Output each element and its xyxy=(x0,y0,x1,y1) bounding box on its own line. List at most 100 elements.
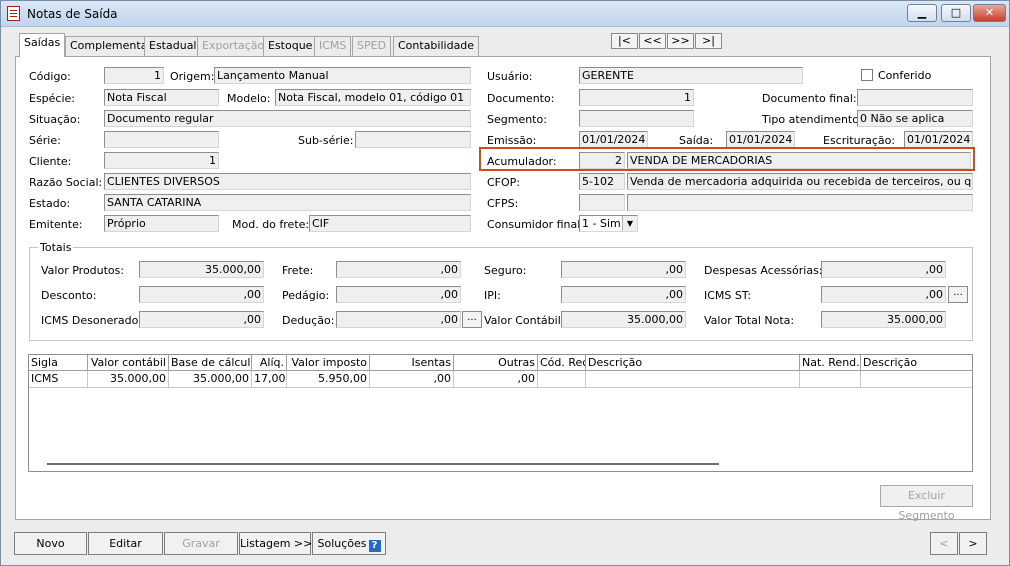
gravar-button[interactable]: Gravar xyxy=(164,532,238,555)
consumidor-final-value: 1 - Sim xyxy=(582,217,621,230)
close-button[interactable]: ✕ xyxy=(973,4,1006,22)
seguro-field[interactable]: ,00 xyxy=(561,261,686,278)
documento-field[interactable]: 1 xyxy=(579,89,694,106)
solucoes-button[interactable]: Soluções? xyxy=(312,532,386,555)
table-cell[interactable]: 17,00 xyxy=(252,371,287,388)
tab-contabilidade[interactable]: Contabilidade xyxy=(393,36,480,56)
dropdown-arrow-icon[interactable]: ▼ xyxy=(622,216,637,231)
help-icon: ? xyxy=(368,540,381,552)
cliente-label: Cliente: xyxy=(29,155,72,168)
cfop-label: CFOP: xyxy=(487,176,521,189)
column-header[interactable]: Descrição xyxy=(861,355,972,371)
column-header[interactable]: Valor contábil xyxy=(88,355,169,371)
subserie-field[interactable] xyxy=(355,131,471,148)
cfop-description-field[interactable]: Venda de mercadoria adquirida ou recebid… xyxy=(627,173,973,190)
modelo-field[interactable]: Nota Fiscal, modelo 01, código 01 xyxy=(275,89,471,106)
column-header[interactable]: Descrição xyxy=(586,355,800,371)
valor-produtos-field[interactable]: 35.000,00 xyxy=(139,261,264,278)
maximize-button[interactable]: □ xyxy=(941,4,971,22)
especie-field[interactable]: Nota Fiscal xyxy=(104,89,219,106)
escrituracao-field[interactable]: 01/01/2024 xyxy=(904,131,973,148)
icms-st-more-button[interactable]: ... xyxy=(948,286,968,303)
tipo-atendimento-label: Tipo atendimento: xyxy=(762,113,863,126)
minimize-button[interactable]: ▁ xyxy=(907,4,937,22)
ipi-field[interactable]: ,00 xyxy=(561,286,686,303)
acumulador-code-field[interactable]: 2 xyxy=(579,152,625,169)
segments-table[interactable]: Sigla Valor contábil Base de cálculo Alí… xyxy=(28,354,973,472)
modelo-label: Modelo: xyxy=(227,92,271,105)
cfps-description-field[interactable] xyxy=(627,194,973,211)
previous-button[interactable]: < xyxy=(930,532,958,555)
table-cell[interactable]: 5.950,00 xyxy=(287,371,370,388)
frete-field[interactable]: CIF xyxy=(309,215,471,232)
origem-field[interactable]: Lançamento Manual xyxy=(214,67,471,84)
cfps-label: CFPS: xyxy=(487,197,519,210)
icms-desonerado-field[interactable]: ,00 xyxy=(139,311,264,328)
excluir-segmento-button[interactable]: Excluir Segmento xyxy=(880,485,973,522)
column-header[interactable]: Valor imposto xyxy=(287,355,370,371)
table-cell[interactable] xyxy=(586,371,800,388)
totais-title: Totais xyxy=(38,241,74,254)
icms-st-field[interactable]: ,00 xyxy=(821,286,946,303)
consumidor-final-select[interactable]: 1 - Sim ▼ xyxy=(579,215,638,232)
next-button[interactable]: > xyxy=(959,532,987,555)
tab-saidas[interactable]: Saídas xyxy=(19,33,66,57)
usuario-field[interactable]: GERENTE xyxy=(579,67,803,84)
table-cell[interactable] xyxy=(538,371,586,388)
title-bar: Notas de Saída ▁ □ ✕ xyxy=(1,1,1009,27)
acumulador-description-field[interactable]: VENDA DE MERCADORIAS xyxy=(627,152,971,169)
tab-icms: ICMS xyxy=(314,36,352,56)
especie-label: Espécie: xyxy=(29,92,76,105)
column-header[interactable]: Isentas xyxy=(370,355,454,371)
first-record-button[interactable]: |< xyxy=(611,33,638,49)
usuario-label: Usuário: xyxy=(487,70,533,83)
codigo-field[interactable]: 1 xyxy=(104,67,164,84)
column-header[interactable]: Outras xyxy=(454,355,538,371)
frete-total-field[interactable]: ,00 xyxy=(336,261,461,278)
cliente-field[interactable]: 1 xyxy=(104,152,219,169)
listagem-button[interactable]: Listagem >> xyxy=(239,532,312,555)
tab-estoque[interactable]: Estoque xyxy=(263,36,318,56)
column-header[interactable]: Alíq. xyxy=(252,355,287,371)
table-cell[interactable] xyxy=(800,371,861,388)
next-record-button[interactable]: >> xyxy=(667,33,694,49)
desconto-field[interactable]: ,00 xyxy=(139,286,264,303)
pedagio-field[interactable]: ,00 xyxy=(336,286,461,303)
conferido-checkbox[interactable] xyxy=(861,69,873,81)
column-header[interactable]: Base de cálculo xyxy=(169,355,252,371)
column-header[interactable]: Nat. Rend. xyxy=(800,355,861,371)
serie-field[interactable] xyxy=(104,131,219,148)
emissao-field[interactable]: 01/01/2024 xyxy=(579,131,648,148)
situacao-field[interactable]: Documento regular xyxy=(104,110,471,127)
column-header[interactable]: Sigla xyxy=(29,355,88,371)
column-header[interactable]: Cód. Rec. xyxy=(538,355,586,371)
table-cell[interactable]: ,00 xyxy=(370,371,454,388)
novo-button[interactable]: Novo xyxy=(14,532,87,555)
estado-field[interactable]: SANTA CATARINA xyxy=(104,194,471,211)
cfop-code-field[interactable]: 5-102 xyxy=(579,173,625,190)
pedagio-label: Pedágio: xyxy=(282,289,330,302)
last-record-button[interactable]: >| xyxy=(695,33,722,49)
tipo-atendimento-field[interactable]: 0 Não se aplica xyxy=(857,110,973,127)
editar-button[interactable]: Editar xyxy=(88,532,163,555)
documento-final-field[interactable] xyxy=(857,89,973,106)
tab-estadual[interactable]: Estadual xyxy=(144,36,202,56)
cfps-code-field[interactable] xyxy=(579,194,625,211)
segmento-field[interactable] xyxy=(579,110,694,127)
emitente-field[interactable]: Próprio xyxy=(104,215,219,232)
deducao-more-button[interactable]: ... xyxy=(462,311,482,328)
table-cell[interactable]: 35.000,00 xyxy=(169,371,252,388)
deducao-label: Dedução: xyxy=(282,314,335,327)
valor-total-nota-field[interactable]: 35.000,00 xyxy=(821,311,946,328)
valor-contabil-field[interactable]: 35.000,00 xyxy=(561,311,686,328)
razao-social-field[interactable]: CLIENTES DIVERSOS xyxy=(104,173,471,190)
despesas-field[interactable]: ,00 xyxy=(821,261,946,278)
table-cell[interactable]: ,00 xyxy=(454,371,538,388)
table-cell[interactable]: ICMS xyxy=(29,371,88,388)
previous-record-button[interactable]: << xyxy=(639,33,666,49)
saida-field[interactable]: 01/01/2024 xyxy=(726,131,795,148)
table-cell[interactable] xyxy=(861,371,972,388)
horizontal-scrollbar[interactable] xyxy=(47,463,719,465)
deducao-field[interactable]: ,00 xyxy=(336,311,461,328)
table-cell[interactable]: 35.000,00 xyxy=(88,371,169,388)
